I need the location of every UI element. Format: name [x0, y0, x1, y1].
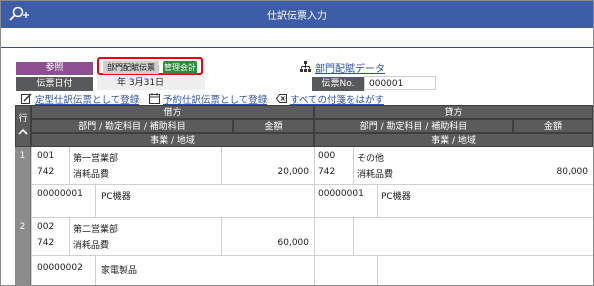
slip-no-field[interactable]: 000001: [364, 76, 436, 90]
mgmt-accounting-badge: 管理会計: [163, 61, 197, 74]
debit-dept-name: 第一営業部: [73, 154, 119, 164]
debit-account-code: 742: [37, 167, 55, 177]
window-title: 仕訳伝票入力: [267, 11, 327, 22]
title-bar: 仕訳伝票入力: [1, 1, 593, 28]
credit-dept-code: 000: [318, 151, 336, 161]
credit-account-name: 消耗品費: [357, 170, 394, 180]
divider: [95, 185, 96, 218]
row-number: 1: [15, 147, 31, 218]
divider: [221, 147, 222, 185]
divider: [377, 256, 378, 285]
journal-table: 行 借方 部門 / 勘定科目 / 補助科目 金額 事業 / 地域 貸方 部門 /…: [15, 105, 593, 285]
debit-account-code: 742: [37, 238, 55, 248]
calendar-icon: [149, 93, 160, 104]
divider: [95, 256, 96, 285]
row-number: 2: [15, 218, 31, 285]
debit-business-header: 事業 / 地域: [31, 133, 314, 147]
credit-amount-header: 金額: [513, 119, 593, 133]
debit-business-code: 00000002: [37, 263, 83, 273]
debit-business-name: PC機器: [101, 192, 131, 202]
divider: [221, 218, 222, 256]
divider: [353, 147, 354, 185]
debit-dept-code: 001: [37, 151, 55, 161]
credit-header: 貸方: [314, 105, 593, 119]
chevron-up-icon[interactable]: [18, 128, 28, 135]
debit-dept-account-header: 部門 / 勘定科目 / 補助科目: [31, 119, 233, 133]
divider: [69, 147, 70, 185]
debit-amount-header: 金額: [233, 119, 314, 133]
divider: [31, 255, 314, 256]
credit-business-code: 00000001: [318, 189, 364, 199]
register-template-label: 定型仕訳伝票として登録: [35, 95, 140, 106]
slip-date-label: 伝票日付: [16, 77, 93, 91]
row-col-header: 行: [15, 105, 31, 147]
register-reserved-label: 予約仕訳伝票として登録: [163, 95, 268, 106]
remove-tags-label: すべての付箋をはがす: [290, 95, 384, 106]
reference-button[interactable]: 参照: [16, 62, 93, 75]
credit-business-header: 事業 / 地域: [314, 133, 593, 147]
credit-account-code: 742: [318, 167, 336, 177]
debit-account-name: 消耗品費: [73, 241, 110, 251]
table-row-1-credit[interactable]: [314, 147, 593, 218]
tag-remove-icon: [276, 94, 287, 103]
credit-business-name: PC機器: [381, 192, 411, 202]
row-header-label: 行: [18, 114, 28, 124]
divider: [314, 255, 593, 256]
debit-dept-name: 第二営業部: [73, 225, 119, 235]
divider: [69, 218, 70, 256]
divider: [353, 218, 354, 256]
credit-dept-name: その他: [357, 154, 385, 164]
debit-account-name: 消耗品費: [73, 170, 110, 180]
credit-amount: 80,000: [556, 167, 589, 177]
slip-date-field[interactable]: 年 3月31日: [97, 76, 205, 90]
debit-amount: 60,000: [277, 238, 310, 248]
org-chart-icon: [300, 61, 311, 72]
debit-dept-code: 002: [37, 222, 55, 232]
debit-business-code: 00000001: [37, 189, 83, 199]
divider: [314, 184, 593, 185]
divider: [377, 185, 378, 218]
table-row-2-credit[interactable]: [314, 218, 593, 285]
dept-data-label: 部門配賦データ: [315, 64, 385, 75]
slip-no-label: 伝票No.: [312, 77, 364, 91]
divider: [31, 184, 314, 185]
journal-entry-window: 仕訳伝票入力 参照 部門配賦伝票 管理会計 部門配賦データ 伝票日付 年 3月3…: [0, 0, 594, 286]
pencil-icon: [21, 93, 32, 104]
dept-slip-badge: 部門配賦伝票: [103, 61, 159, 74]
divider: [1, 47, 593, 48]
credit-dept-account-header: 部門 / 勘定科目 / 補助科目: [314, 119, 513, 133]
debit-business-name: 家電製品: [101, 266, 138, 276]
debit-header: 借方: [31, 105, 314, 119]
debit-amount: 20,000: [277, 167, 310, 177]
